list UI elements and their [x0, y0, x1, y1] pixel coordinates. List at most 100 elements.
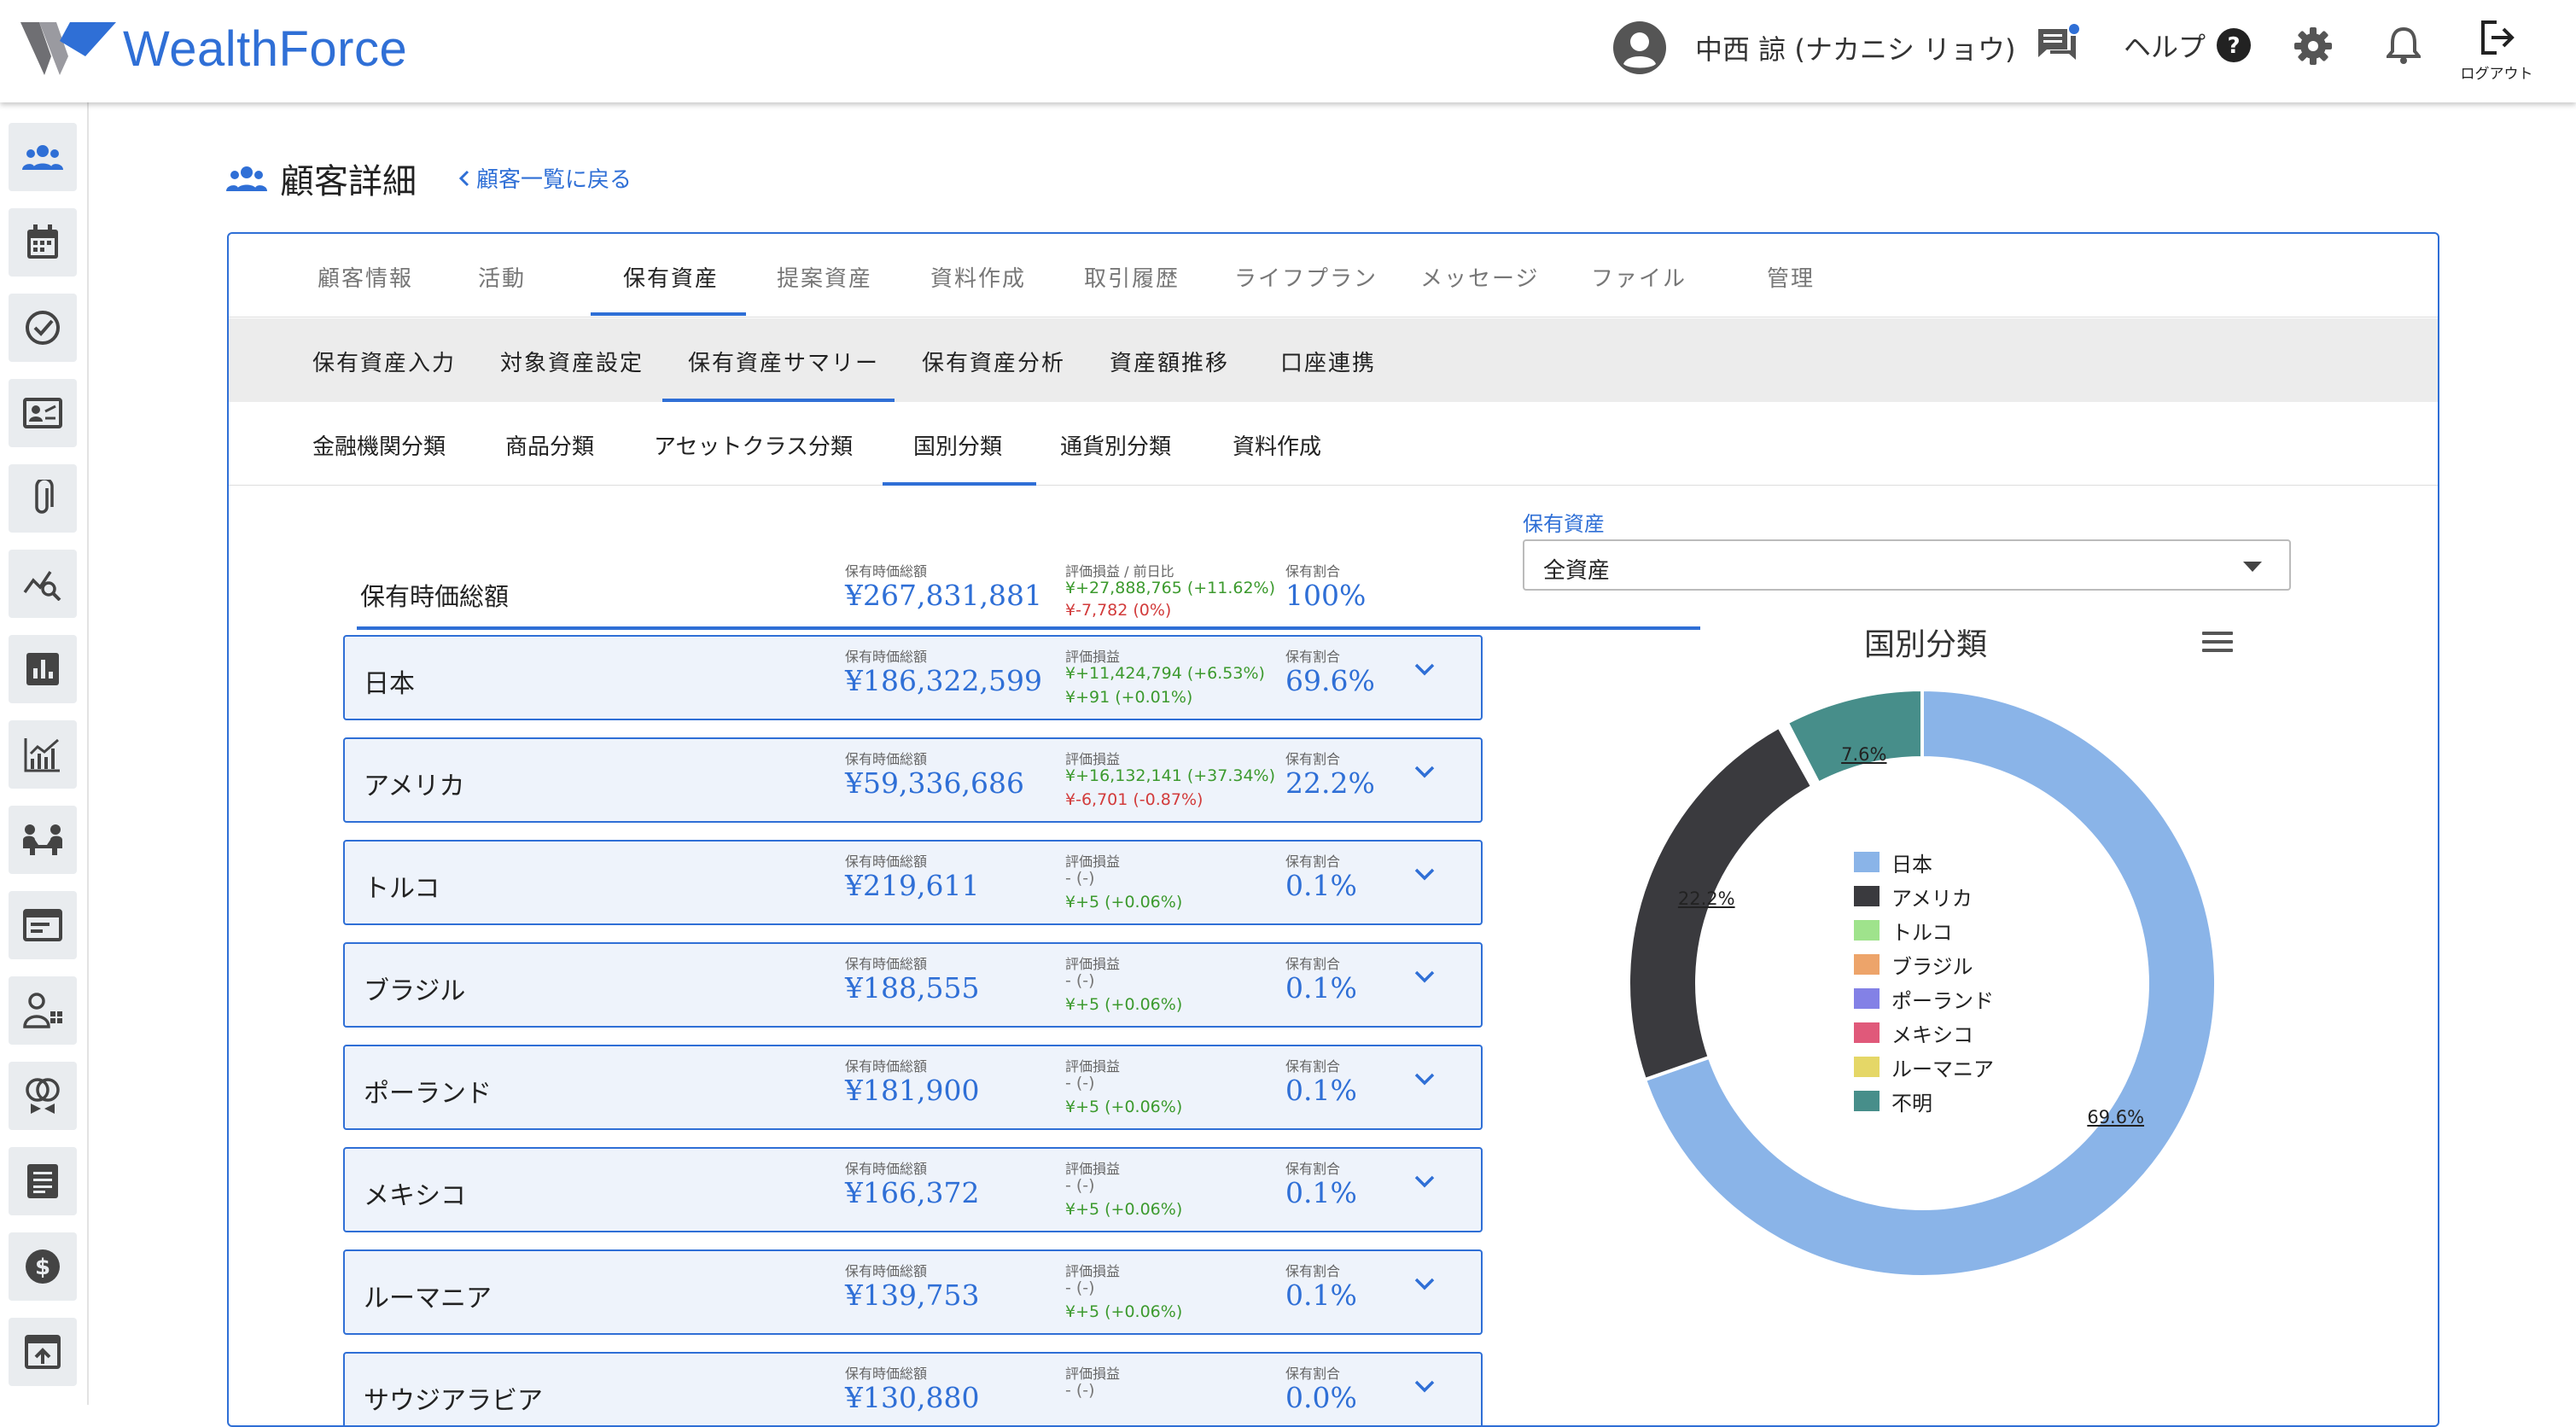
chevron-down-icon[interactable] [1413, 765, 1436, 780]
country-row[interactable]: ポーランド 保有時価総額 ¥181,900 評価損益 - (-) ¥+5 (+0… [343, 1045, 1483, 1130]
help-button[interactable]: ヘルプ ? [2124, 26, 2252, 65]
user-menu[interactable]: 中西 諒 (ナカニシ リョウ) [1613, 20, 2016, 75]
bell-icon[interactable] [2387, 26, 2421, 65]
sidebar-item-billing[interactable]: $ [9, 1232, 77, 1301]
tab-holdings-input[interactable]: 保有資産入力 [312, 346, 456, 377]
chevron-down-icon[interactable] [1413, 662, 1436, 678]
country-name: メキシコ [364, 1181, 466, 1211]
asset-filter-label: 保有資産 [1523, 512, 1605, 536]
svg-text:$: $ [35, 1255, 50, 1280]
legend-label: ルーマニア [1891, 1057, 1994, 1081]
tab-admin[interactable]: 管理 [1767, 261, 1815, 293]
country-row[interactable]: ブラジル 保有時価総額 ¥188,555 評価損益 - (-) ¥+5 (+0.… [343, 942, 1483, 1028]
sidebar-item-trends[interactable] [9, 720, 77, 789]
chevron-down-icon[interactable] [1413, 867, 1436, 882]
sidebar-item-profile-card[interactable] [9, 379, 77, 447]
gear-icon[interactable] [2294, 27, 2332, 65]
country-row[interactable]: 日本 保有時価総額 ¥186,322,599 評価損益 ¥+11,424,794… [343, 635, 1483, 720]
legend-item[interactable]: ポーランド [1854, 981, 1994, 1016]
meeting-icon [23, 824, 62, 855]
sidebar-item-documents[interactable] [9, 1147, 77, 1215]
sidebar-item-export[interactable] [9, 1318, 77, 1386]
sidebar-item-attachments[interactable] [9, 464, 77, 533]
sidebar-item-links[interactable] [9, 1062, 77, 1130]
tab-holdings-analysis[interactable]: 保有資産分析 [922, 346, 1065, 377]
legend-swatch [1854, 920, 1880, 941]
total-pl-caption: 評価損益 / 前日比 [1065, 563, 1174, 580]
sidebar-item-users[interactable] [9, 976, 77, 1045]
value-caption: 保有時価総額 [845, 1366, 928, 1382]
country-name: アメリカ [364, 772, 465, 801]
country-ratio: 0.1% [1285, 1176, 1357, 1209]
tab-holdings-summary[interactable]: 保有資産サマリー [688, 346, 879, 377]
tab-asset-trend[interactable]: 資産額推移 [1110, 346, 1229, 377]
hamburger-menu-icon[interactable] [2202, 630, 2233, 654]
country-value: ¥59,336,686 [845, 766, 1024, 800]
legend-swatch [1854, 852, 1880, 872]
legend-item[interactable]: アメリカ [1854, 879, 1994, 913]
tab-materials[interactable]: 資料作成 [930, 261, 1026, 293]
chat-icon[interactable] [2037, 24, 2079, 65]
tab-by-institution[interactable]: 金融機関分類 [312, 429, 446, 461]
tab-customer-info[interactable]: 顧客情報 [318, 261, 413, 293]
tab-activity[interactable]: 活動 [478, 261, 526, 293]
sidebar-item-analysis[interactable] [9, 550, 77, 618]
country-pl: - (-) [1065, 1074, 1095, 1092]
tab-proposals[interactable]: 提案資産 [777, 261, 872, 293]
back-to-customers-link[interactable]: 顧客一覧に戻る [458, 162, 632, 194]
tab-by-product[interactable]: 商品分類 [505, 429, 594, 461]
sidebar-item-customers[interactable] [9, 123, 77, 191]
country-value: ¥188,555 [845, 971, 980, 1005]
country-row[interactable]: サウジアラビア 保有時価総額 ¥130,880 評価損益 - (-) 保有割合 … [343, 1352, 1483, 1425]
country-row[interactable]: トルコ 保有時価総額 ¥219,611 評価損益 - (-) ¥+5 (+0.0… [343, 840, 1483, 925]
value-caption: 保有時価総額 [845, 956, 928, 972]
legend-item[interactable]: 不明 [1854, 1084, 1994, 1118]
legend-swatch [1854, 988, 1880, 1009]
chevron-down-icon[interactable] [1413, 1277, 1436, 1292]
tab-by-asset-class[interactable]: アセットクラス分類 [654, 429, 853, 461]
legend-item[interactable]: メキシコ [1854, 1016, 1994, 1050]
chart-legend: 日本 アメリカ トルコ ブラジルポーランドメキシコルーマニア不明 [1854, 845, 1994, 1118]
chart-title: 国別分類 [1864, 627, 1988, 662]
ratio-caption: 保有割合 [1285, 649, 1341, 665]
tab-account-link[interactable]: 口座連携 [1280, 346, 1376, 377]
sidebar-item-messages[interactable] [9, 891, 77, 959]
value-caption: 保有時価総額 [845, 751, 928, 767]
chevron-down-icon[interactable] [1413, 1072, 1436, 1087]
dollar-icon: $ [26, 1249, 60, 1284]
country-daily-change: ¥+5 (+0.06%) [1065, 995, 1183, 1014]
country-row[interactable]: メキシコ 保有時価総額 ¥166,372 評価損益 - (-) ¥+5 (+0.… [343, 1147, 1483, 1232]
tab-messages[interactable]: メッセージ [1420, 261, 1539, 293]
sidebar-item-calendar[interactable] [9, 208, 77, 277]
tab-life-plan[interactable]: ライフプラン [1234, 261, 1378, 293]
tab-transactions[interactable]: 取引履歴 [1084, 261, 1180, 293]
legend-item[interactable]: ルーマニア [1854, 1050, 1994, 1084]
tab-by-currency[interactable]: 通貨別分類 [1060, 429, 1171, 461]
legend-label: ポーランド [1891, 988, 1994, 1013]
sidebar-item-meetings[interactable] [9, 806, 77, 874]
tab-holdings[interactable]: 保有資産 [623, 261, 719, 293]
chevron-down-icon[interactable] [1413, 1174, 1436, 1190]
legend-label: 不明 [1891, 1091, 1932, 1115]
sidebar-item-reports[interactable] [9, 635, 77, 703]
legend-item[interactable]: トルコ [1854, 913, 1994, 947]
tab-by-country[interactable]: 国別分類 [913, 429, 1002, 461]
asset-filter-select[interactable]: 全資産 [1523, 539, 2291, 591]
legend-item[interactable]: ブラジル [1854, 947, 1994, 981]
logout-label: ログアウト [2460, 66, 2533, 83]
logout-button[interactable]: ログアウト [2458, 19, 2535, 83]
people-icon [226, 166, 267, 191]
donut-data-label: 69.6% [2087, 1106, 2145, 1127]
legend-item[interactable]: 日本 [1854, 845, 1994, 879]
chevron-down-icon[interactable] [1413, 1379, 1436, 1395]
brand-logo[interactable]: WealthForce [20, 19, 407, 79]
chevron-left-icon [458, 170, 469, 186]
chevron-down-icon[interactable] [1413, 970, 1436, 985]
sidebar-item-tasks[interactable] [9, 294, 77, 362]
tab-create-material[interactable]: 資料作成 [1233, 429, 1321, 461]
country-row[interactable]: ルーマニア 保有時価総額 ¥139,753 評価損益 - (-) ¥+5 (+0… [343, 1249, 1483, 1335]
tab-target-assets[interactable]: 対象資産設定 [500, 346, 644, 377]
tab-files[interactable]: ファイル [1591, 261, 1687, 293]
country-row[interactable]: アメリカ 保有時価総額 ¥59,336,686 評価損益 ¥+16,132,14… [343, 737, 1483, 823]
country-value: ¥186,322,599 [845, 664, 1042, 697]
